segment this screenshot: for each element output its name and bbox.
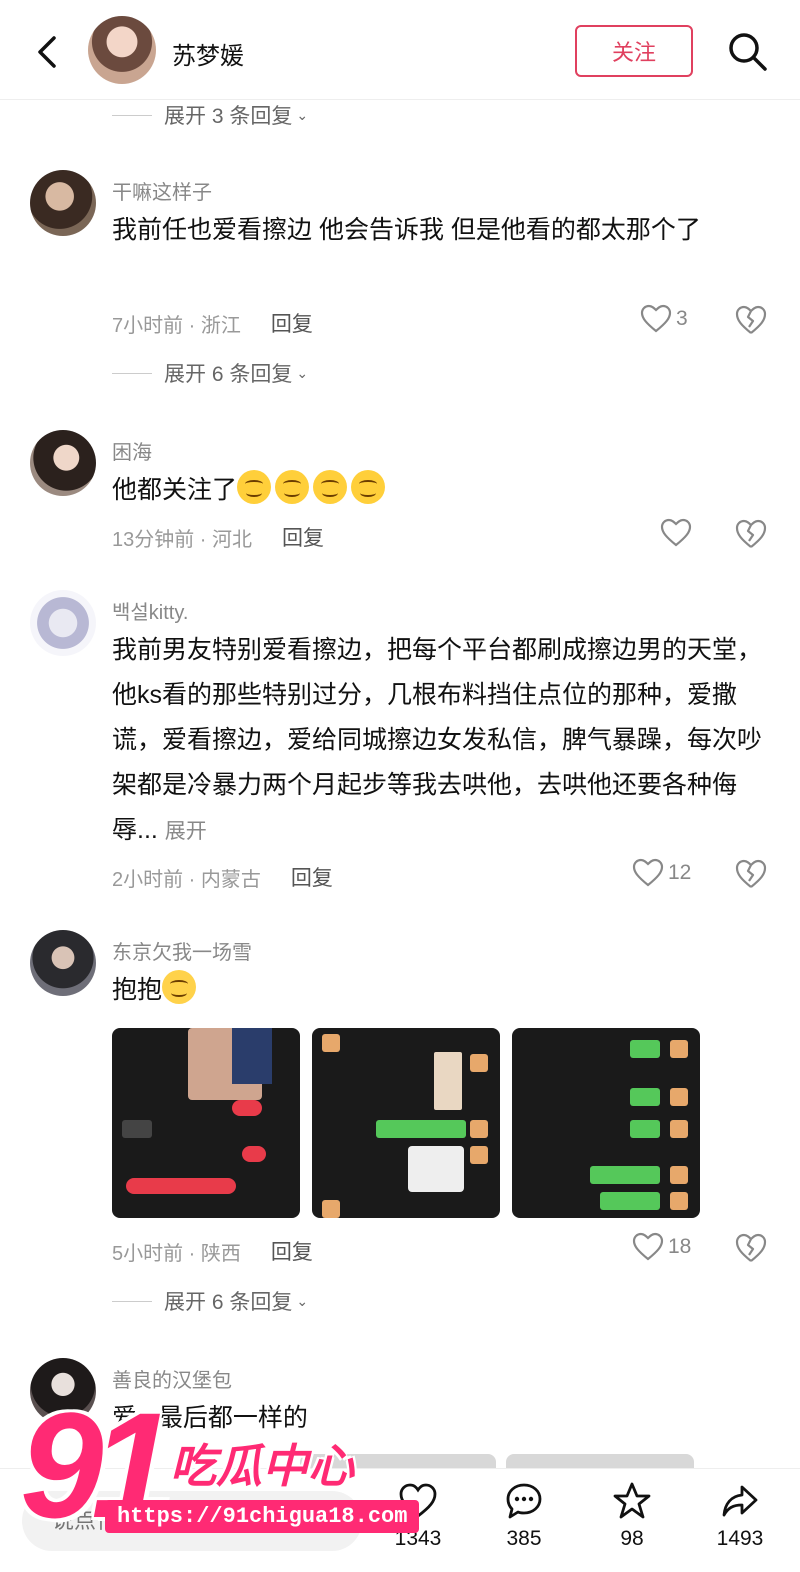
comment-username[interactable]: 东京欠我一场雪	[112, 936, 252, 965]
expand-replies-label: 展开 6 条回复	[164, 1291, 293, 1314]
comment-meta: 13分钟前 · 河北 回复	[112, 522, 324, 552]
like-button[interactable]: 12	[632, 858, 691, 888]
image-gallery	[112, 1028, 700, 1218]
avatar[interactable]	[30, 930, 96, 996]
chat-screenshot-image[interactable]	[312, 1028, 500, 1218]
search-icon[interactable]	[724, 28, 770, 74]
bottom-action-bar: 1343 385 98 1493	[0, 1468, 800, 1572]
comment-text: 抱抱	[112, 976, 163, 1004]
comment-text-row: 他都关注了	[112, 468, 762, 513]
broken-heart-icon[interactable]	[734, 304, 768, 336]
heart-icon	[660, 518, 692, 547]
like-button[interactable]	[660, 518, 692, 548]
expand-replies[interactable]: 展开 3 条回复 ⌄	[112, 100, 308, 130]
heart-icon	[640, 304, 672, 333]
share-arrow-icon	[722, 1485, 758, 1517]
smile-emoji-icon	[275, 470, 310, 504]
like-count: 3	[676, 307, 688, 330]
share-post-button[interactable]: 1493	[700, 1481, 780, 1551]
comment-list[interactable]: 展开 3 条回复 ⌄ 干嘛这样子 我前任也爱看擦边 他会告诉我 但是他看的都太那…	[0, 100, 800, 1468]
broken-heart-icon[interactable]	[734, 1232, 768, 1264]
top-bar: 苏梦媛 关注	[0, 0, 800, 100]
comment-username[interactable]: 善良的汉堡包	[112, 1364, 232, 1393]
like-post-button[interactable]: 1343	[378, 1481, 458, 1551]
chevron-down-icon: ⌄	[296, 364, 309, 381]
like-count: 1343	[394, 1527, 442, 1550]
star-count: 98	[620, 1527, 644, 1550]
smile-emoji-icon	[313, 470, 348, 504]
divider	[112, 114, 152, 116]
star-icon	[613, 1482, 651, 1519]
comment-image[interactable]	[506, 1454, 694, 1468]
comment-meta: 2小时前 · 内蒙古 回复	[112, 862, 333, 892]
comment-time-location: 13分钟前 · 河北	[112, 528, 253, 551]
comment-image[interactable]	[300, 1454, 496, 1468]
comment-username[interactable]: 困海	[112, 436, 152, 465]
expand-replies[interactable]: 展开 6 条回复 ⌄	[112, 358, 308, 388]
broken-heart-icon[interactable]	[734, 858, 768, 890]
comment-bubble-icon	[506, 1483, 542, 1519]
reply-button[interactable]: 回复	[282, 522, 324, 552]
divider	[112, 1300, 152, 1302]
comment-post-button[interactable]: 385	[484, 1481, 564, 1551]
comment-time-location: 2小时前 · 内蒙古	[112, 868, 261, 891]
chat-screenshot-image[interactable]	[512, 1028, 700, 1218]
comment-text: 他都关注了	[112, 476, 238, 504]
like-count: 12	[668, 861, 692, 884]
follow-button[interactable]: 关注	[575, 25, 693, 77]
chevron-down-icon: ⌄	[296, 106, 309, 123]
author-avatar[interactable]	[88, 16, 156, 84]
heart-icon	[399, 1483, 437, 1518]
comment-text-row: 抱抱	[112, 968, 762, 1013]
comment-time-location: 7小时前 · 浙江	[112, 314, 241, 337]
reply-button[interactable]: 回复	[271, 1236, 313, 1266]
author-name[interactable]: 苏梦媛	[172, 36, 244, 71]
comment-username[interactable]: 干嘛这样子	[112, 176, 212, 205]
comment-time-location: 5小时前 · 陕西	[112, 1242, 241, 1265]
favorite-post-button[interactable]: 98	[592, 1481, 672, 1551]
smile-emoji-icon	[237, 470, 272, 504]
comment-text: 我前男友特别爱看擦边，把每个平台都刷成擦边男的天堂，他ks看的那些特别过分，几根…	[112, 636, 763, 844]
smile-emoji-icon	[351, 470, 386, 504]
comment-meta: 7小时前 · 浙江 回复	[112, 308, 313, 338]
comment-text-row: 我前男友特别爱看擦边，把每个平台都刷成擦边男的天堂，他ks看的那些特别过分，几根…	[112, 628, 762, 854]
avatar[interactable]	[30, 590, 96, 656]
like-count: 18	[668, 1235, 692, 1258]
chevron-down-icon: ⌄	[296, 1292, 309, 1309]
heart-icon	[632, 858, 664, 887]
chat-screenshot-image[interactable]	[112, 1028, 300, 1218]
expand-replies-label: 展开 3 条回复	[164, 105, 293, 128]
expand-replies[interactable]: 展开 6 条回复 ⌄	[112, 1286, 308, 1316]
comment-input[interactable]	[22, 1491, 362, 1551]
divider	[112, 372, 152, 374]
like-button[interactable]: 18	[632, 1232, 691, 1262]
back-arrow-icon[interactable]	[28, 32, 68, 72]
expand-replies-label: 展开 6 条回复	[164, 363, 293, 386]
expand-text-link[interactable]: 展开	[165, 820, 207, 843]
share-count: 1493	[716, 1527, 764, 1550]
like-button[interactable]: 3	[640, 304, 688, 334]
avatar[interactable]	[30, 1358, 96, 1424]
comment-text: 爱...最后都一样的	[112, 1404, 308, 1432]
reply-button[interactable]: 回复	[291, 862, 333, 892]
crying-emoji-icon	[162, 970, 197, 1004]
avatar[interactable]	[30, 170, 96, 236]
comment-meta: 5小时前 · 陕西 回复	[112, 1236, 313, 1266]
reply-button[interactable]: 回复	[271, 308, 313, 338]
avatar[interactable]	[30, 430, 96, 496]
broken-heart-icon[interactable]	[734, 518, 768, 550]
heart-icon	[632, 1232, 664, 1261]
comment-username[interactable]: 백설kitty.	[112, 596, 188, 625]
comment-count: 385	[506, 1527, 542, 1550]
comment-text: 我前任也爱看擦边 他会告诉我 但是他看的都太那个了	[112, 216, 701, 244]
